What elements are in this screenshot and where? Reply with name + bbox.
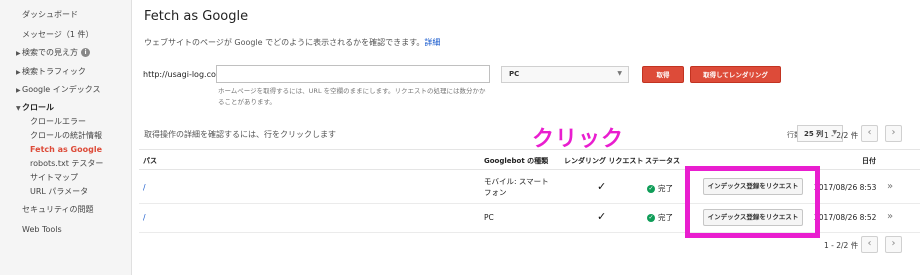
fetch-and-render-button[interactable]: 取得してレンダリング — [690, 66, 781, 83]
row-path[interactable]: / — [143, 183, 146, 192]
device-select-value: PC — [509, 70, 520, 78]
pagination-text: 1 - 2/2 件 — [824, 131, 859, 140]
details-link[interactable]: 詳細 — [424, 38, 440, 47]
table-caption: 取得操作の詳細を確認するには、行をクリックします — [144, 130, 336, 139]
sidebar-item-crawl-stats[interactable]: クロールの統計情報 — [30, 130, 102, 142]
url-input[interactable] — [216, 65, 490, 83]
row-date: 2017/08/26 8:53 — [814, 183, 877, 192]
annotation-click-label: クリック — [532, 127, 625, 152]
chevron-down-icon: ▼ — [617, 70, 622, 77]
expand-row-icon[interactable]: » — [887, 211, 893, 222]
sidebar-item-search-traffic[interactable]: ▶検索トラフィック — [16, 66, 86, 79]
sidebar-item-search-appearance[interactable]: ▶検索での見え方 i — [16, 47, 90, 60]
column-header-date[interactable]: 日付 — [862, 156, 876, 166]
description-text: ウェブサイトのページが Google でどのように表示されるかを確認できます。 — [144, 38, 425, 47]
column-header-googlebot[interactable]: Googlebot の種類 — [484, 156, 548, 166]
sidebar-item-messages[interactable]: メッセージ（1 件） — [22, 29, 93, 41]
row-googlebot: PC — [484, 213, 494, 222]
sidebar-item-web-tools[interactable]: Web Tools — [22, 224, 62, 236]
prev-page-button-bottom[interactable]: ‹ — [861, 236, 878, 253]
expand-row-icon[interactable]: » — [887, 181, 893, 192]
sidebar-item-label: Google インデックス — [22, 85, 101, 94]
row-status: ✓ 完了 — [647, 213, 673, 222]
rows-per-page-value: 25 列 — [804, 130, 824, 138]
status-ok-icon: ✓ — [647, 185, 655, 193]
sidebar-item-label: 検索での見え方 — [22, 48, 78, 57]
page-description: ウェブサイトのページが Google でどのように表示されるかを確認できます。詳… — [144, 37, 440, 48]
row-path[interactable]: / — [143, 213, 146, 222]
status-ok-icon: ✓ — [647, 214, 655, 222]
row-date: 2017/08/26 8:52 — [814, 213, 877, 222]
pagination-text-bottom: 1 - 2/2 件 — [824, 241, 859, 250]
row-status: ✓ 完了 — [647, 184, 673, 193]
sidebar-item-security-issues[interactable]: セキュリティの問題 — [22, 204, 94, 216]
sidebar-item-label: 検索トラフィック — [22, 67, 86, 76]
rendering-check-icon: ✓ — [597, 180, 607, 193]
sidebar-item-robots-tester[interactable]: robots.txt テスター — [30, 158, 103, 170]
sidebar: ダッシュボード メッセージ（1 件） ▶検索での見え方 i ▶検索トラフィック ▶… — [0, 0, 132, 275]
sidebar-item-fetch-as-google[interactable]: Fetch as Google — [30, 144, 102, 156]
device-select[interactable]: PC ▼ — [501, 66, 629, 83]
row-googlebot: モバイル: スマート フォン — [484, 177, 549, 197]
column-header-rendering[interactable]: レンダリング リクエスト — [564, 156, 643, 166]
sidebar-item-crawl-errors[interactable]: クロールエラー — [30, 116, 86, 128]
sidebar-item-google-index[interactable]: ▶Google インデックス — [16, 84, 101, 97]
sidebar-item-url-parameters[interactable]: URL パラメータ — [30, 186, 88, 198]
sidebar-item-crawl[interactable]: ▼クロール — [16, 102, 54, 115]
sidebar-item-dashboard[interactable]: ダッシュボード — [22, 9, 78, 21]
url-hint: ホームページを取得するには、URL を空欄のままにします。リクエストの処理には数… — [218, 87, 486, 106]
column-header-status[interactable]: ステータス — [645, 156, 680, 166]
sidebar-item-sitemaps[interactable]: サイトマップ — [30, 172, 78, 184]
next-page-button[interactable]: › — [885, 125, 902, 142]
column-header-path[interactable]: パス — [143, 156, 157, 166]
annotation-highlight-box — [685, 166, 820, 238]
prev-page-button[interactable]: ‹ — [861, 125, 878, 142]
next-page-button-bottom[interactable]: › — [885, 236, 902, 253]
domain-prefix: http://usagi-log.com/ — [143, 70, 227, 79]
info-icon[interactable]: i — [81, 48, 90, 57]
sidebar-item-label: クロール — [22, 103, 54, 112]
page-title: Fetch as Google — [144, 9, 249, 24]
rendering-check-icon: ✓ — [597, 210, 607, 223]
fetch-button[interactable]: 取得 — [642, 66, 684, 83]
